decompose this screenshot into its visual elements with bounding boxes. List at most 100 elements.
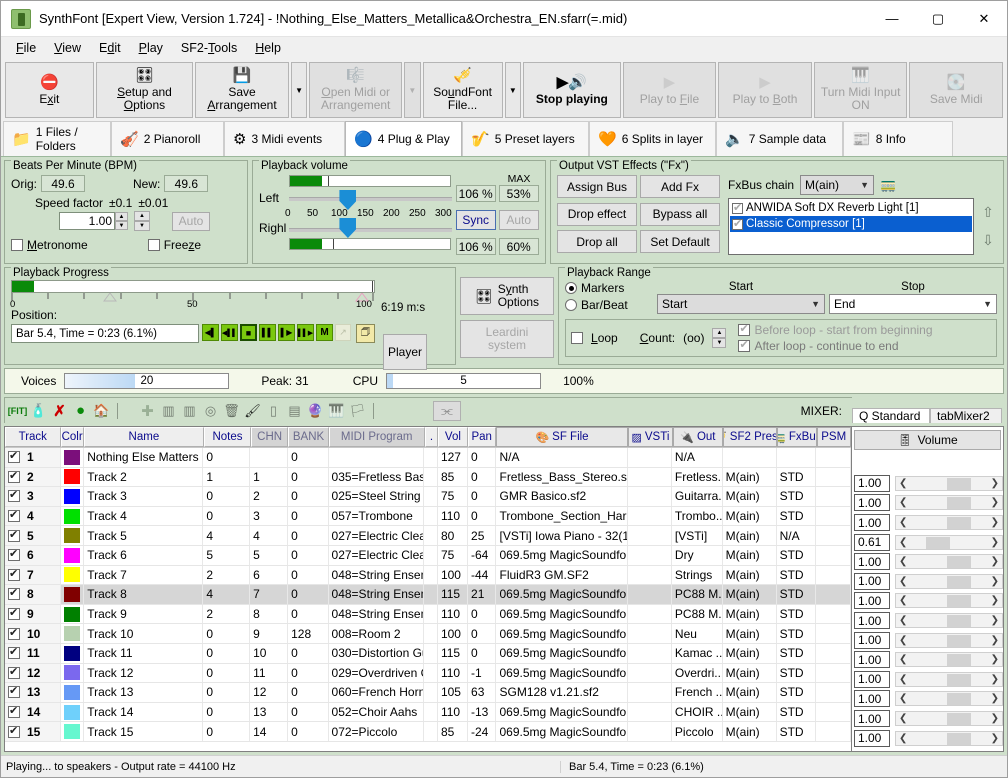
slider-left-arrow[interactable]: ❮ [899, 713, 907, 724]
track-color-swatch[interactable] [64, 489, 81, 504]
forward-fast-button[interactable]: ▌▌▶ [297, 324, 314, 341]
slider-left-arrow[interactable]: ❮ [899, 497, 907, 508]
slider-left-arrow[interactable]: ❮ [899, 556, 907, 567]
exit-button[interactable]: ⛔ Exit [5, 62, 94, 118]
mixer-volume-slider[interactable]: ❮❯ [895, 515, 1003, 530]
mixer-volume-slider[interactable]: ❮❯ [895, 535, 1003, 550]
tab-midi-events[interactable]: ⚙ 3 Midi events [224, 121, 345, 156]
tab-sample-data[interactable]: 🔈 7 Sample data [716, 121, 843, 156]
tab-splits-in-layer[interactable]: 🧡 6 Splits in layer [589, 121, 716, 156]
open-midi-dropdown[interactable]: ▼ [404, 62, 421, 118]
column-header-vol[interactable]: Vol [438, 427, 468, 447]
mixer-volume-slider[interactable]: ❮❯ [895, 731, 1003, 746]
jump-icon[interactable]: ↗ [335, 324, 351, 341]
track-table[interactable]: TrackColrNameNotesCHNBANKMIDI Program.Vo… [4, 426, 852, 752]
range-stop-select[interactable]: End▼ [829, 294, 997, 314]
mixer-volume-value[interactable]: 1.00 [854, 612, 890, 629]
speed-up-01[interactable]: ▲ [115, 212, 128, 221]
column-header-bank[interactable]: BANK [288, 427, 328, 447]
track-color-swatch[interactable] [64, 509, 81, 524]
table-row[interactable]: 6Track 6550027=Electric Clea...75-64069.… [5, 546, 851, 566]
slider-knob[interactable] [947, 556, 971, 568]
rewind-step-button[interactable]: ◀▌ [202, 324, 219, 341]
slider-knob[interactable] [947, 478, 971, 490]
mixer-volume-value[interactable]: 1.00 [854, 494, 890, 511]
table-row[interactable]: 3Track 3020025=Steel String ...750GMR Ba… [5, 487, 851, 507]
drop-all-button[interactable]: Drop all [557, 230, 637, 253]
slider-right-arrow[interactable]: ❯ [991, 478, 999, 489]
track-color-swatch[interactable] [64, 626, 81, 641]
slider-knob[interactable] [947, 615, 971, 627]
slider-left-arrow[interactable]: ❮ [899, 674, 907, 685]
menu-view[interactable]: View [45, 38, 90, 58]
markers-radio[interactable] [565, 282, 577, 294]
mixer-volume-slider[interactable]: ❮❯ [895, 574, 1003, 589]
table-row[interactable]: 13Track 130120060=French Horn10563SGM128… [5, 683, 851, 703]
save-arrangement-dropdown[interactable]: ▼ [291, 62, 308, 118]
menu-file[interactable]: File [7, 38, 45, 58]
column-header-sf2preset[interactable]: 🎺SF2 Preset [723, 427, 777, 447]
stop-button[interactable]: ■ [240, 324, 257, 341]
table-row[interactable]: 1Nothing Else Matters -001270N/AN/A [5, 448, 851, 468]
menu-help[interactable]: Help [246, 38, 290, 58]
speed-down-001[interactable]: ▼ [134, 221, 150, 231]
before-loop-checkbox[interactable] [738, 324, 750, 336]
bypass-all-button[interactable]: Bypass all [640, 203, 720, 226]
stop-playing-button[interactable]: ▶🔊 Stop playing [523, 62, 620, 118]
count-up[interactable]: ▲ [712, 328, 726, 338]
set-default-button[interactable]: Set Default [640, 230, 720, 253]
freeze-checkbox[interactable] [148, 239, 160, 251]
turn-midi-input-button[interactable]: 🎹 Turn Midi Input ON [814, 62, 908, 118]
slider-left-arrow[interactable]: ❮ [899, 635, 907, 646]
range-start-select[interactable]: Start▼ [657, 294, 825, 314]
mixer-volume-value[interactable]: 1.00 [854, 710, 890, 727]
slider-right-arrow[interactable]: ❯ [991, 595, 999, 606]
slider-left-arrow[interactable]: ❮ [899, 517, 907, 528]
table-row[interactable]: 14Track 140130052=Choir Aahs110-13069.5m… [5, 703, 851, 723]
menu-edit[interactable]: Edit [90, 38, 130, 58]
slider-right-arrow[interactable]: ❯ [991, 713, 999, 724]
save-arrangement-button[interactable]: 💾 Save Arrangement [195, 62, 289, 118]
slider-knob[interactable] [947, 713, 971, 725]
column-header-name[interactable]: Name [84, 427, 204, 447]
column-header-notes[interactable]: Notes [204, 427, 251, 447]
slider-left-arrow[interactable]: ❮ [899, 693, 907, 704]
play-button[interactable]: ▌▶ [278, 324, 295, 341]
mixer-volume-header[interactable]: 🎚 Volume [854, 430, 1001, 450]
slider-knob[interactable] [947, 693, 971, 705]
add-plus-icon[interactable]: ✚ [139, 402, 156, 419]
count-spinner[interactable]: ▲ ▼ [712, 328, 726, 348]
mixer-volume-value[interactable]: 1.00 [854, 514, 890, 531]
column-header-program[interactable]: MIDI Program [329, 427, 425, 447]
mixer-volume-value[interactable]: 0.61 [854, 534, 890, 551]
speed-down-01[interactable]: ▼ [115, 221, 128, 230]
barbeat-radio[interactable] [565, 299, 577, 311]
soundfont-dropdown[interactable]: ▼ [505, 62, 522, 118]
column-header-dot[interactable]: . [425, 427, 438, 447]
column-header-chn[interactable]: CHN [251, 427, 289, 447]
speed-spinner-001[interactable]: ▲ ▼ [134, 211, 150, 231]
pause-button[interactable]: ▌▌ [259, 324, 276, 341]
synth-options-button[interactable]: 🎛 SynthOptions [460, 277, 554, 315]
speed-spinner-01[interactable]: ▲ ▼ [115, 212, 128, 230]
column-header-psm[interactable]: PSM [817, 427, 851, 447]
loop-checkbox[interactable] [571, 332, 583, 344]
slider-left-arrow[interactable]: ❮ [899, 615, 907, 626]
keyboard-icon[interactable]: 🎹 [328, 402, 345, 419]
list-item[interactable]: ANWIDA Soft DX Reverb Light [1] [730, 200, 972, 216]
play-to-both-button[interactable]: ▶ Play to Both [718, 62, 812, 118]
mixer-volume-slider[interactable]: ❮❯ [895, 593, 1003, 608]
tab-plug-play[interactable]: 🔵 4 Plug & Play [345, 121, 462, 156]
sync-button[interactable]: Sync [456, 210, 496, 230]
mixer-tab-standard[interactable]: Q Standard [852, 408, 930, 423]
mixer-volume-slider[interactable]: ❮❯ [895, 554, 1003, 569]
mixer-volume-slider[interactable]: ❮❯ [895, 613, 1003, 628]
after-loop-checkbox[interactable] [738, 340, 750, 352]
track-enable-checkbox[interactable] [8, 706, 20, 718]
table-row[interactable]: 5Track 5440027=Electric Clea...8025[VSTi… [5, 526, 851, 546]
track-enable-checkbox[interactable] [8, 628, 20, 640]
menu-sf2tools[interactable]: SF2-Tools [172, 38, 246, 58]
tab-preset-layers[interactable]: 🎷 5 Preset layers [462, 121, 589, 156]
minimize-button[interactable]: — [869, 1, 915, 37]
track-color-swatch[interactable] [64, 567, 81, 582]
